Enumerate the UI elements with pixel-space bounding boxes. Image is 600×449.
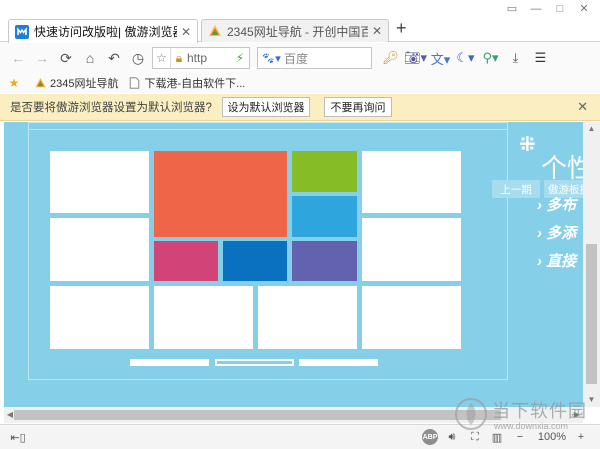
tab-strip: 快速访问改版啦| 傲游浏览器... ✕ 2345网址导航 - 开创中国百年...… bbox=[0, 0, 600, 43]
url-text[interactable]: http bbox=[187, 51, 231, 65]
speed-mode-icon[interactable]: ⚡︎ bbox=[231, 51, 249, 65]
sparkle-icon: ⁜ bbox=[519, 134, 536, 156]
speed-dial-tile[interactable] bbox=[292, 151, 357, 192]
promo-line-text: 直接 bbox=[546, 253, 577, 270]
page-indicator-active[interactable] bbox=[215, 359, 294, 366]
bookmark-star-icon[interactable]: ☆ bbox=[153, 48, 171, 68]
key-icon[interactable]: 🔑︎ bbox=[378, 46, 403, 70]
speed-dial-tile-featured[interactable] bbox=[154, 151, 287, 237]
undo-close-icon[interactable]: ↶ bbox=[102, 46, 126, 70]
bookmark-label: 2345网址导航 bbox=[50, 78, 119, 90]
speed-dial-tile[interactable] bbox=[50, 286, 149, 349]
refresh-icon[interactable]: ⟳ bbox=[54, 46, 78, 70]
resource-sniffer-icon[interactable]: ⚲▾ bbox=[478, 46, 503, 70]
toolbar-tools: 🔑︎ 📷︎▾ 文▾ ☾▾ ⚲▾ ⤓ ☰ bbox=[378, 46, 553, 70]
promo-panel: ⁜ 个性 上一期 傲游板报 › 多布 › 多添 › 直接 bbox=[492, 122, 583, 407]
watermark-url: www.downxia.com bbox=[494, 421, 569, 431]
new-tab-button[interactable]: + bbox=[396, 18, 407, 39]
favorites-star-icon[interactable]: ★ bbox=[4, 76, 24, 90]
page-content: ⁜ 个性 上一期 傲游板报 › 多布 › 多添 › 直接 bbox=[4, 122, 583, 407]
lock-icon: 🔒︎ bbox=[175, 50, 183, 65]
2345-icon bbox=[35, 77, 46, 88]
night-mode-icon[interactable]: ☾▾ bbox=[453, 46, 478, 70]
close-tab-icon[interactable]: ✕ bbox=[372, 24, 382, 38]
bookmark-label: 下载港-自由软件下... bbox=[144, 78, 246, 90]
promo-line: › 多布 bbox=[537, 197, 577, 214]
speed-dial-tile[interactable] bbox=[362, 151, 461, 213]
page-indicator[interactable] bbox=[130, 359, 209, 366]
forward-icon[interactable]: → bbox=[30, 46, 54, 70]
navigation-bar: ← → ⟳ ⌂ ↶ ◷ ☆ 🔒︎ http ⚡︎ 🐾︎▾ 百度 🔑︎ 📷︎▾ 文… bbox=[0, 43, 600, 73]
horizontal-scroll-thumb[interactable] bbox=[14, 410, 501, 420]
tab-label: 快速访问改版啦| 傲游浏览器... bbox=[34, 25, 177, 39]
set-default-button[interactable]: 设为默认浏览器 bbox=[222, 97, 310, 117]
tab-label: 2345网址导航 - 开创中国百年... bbox=[227, 24, 368, 39]
back-icon[interactable]: ← bbox=[6, 46, 30, 70]
camera-icon[interactable]: 📷︎▾ bbox=[403, 46, 428, 70]
speed-dial-tile[interactable] bbox=[50, 218, 149, 281]
close-notification-icon[interactable]: ✕ bbox=[577, 99, 588, 115]
window-controls: ▭ — □ ✕ bbox=[500, 0, 596, 18]
speed-dial-tile[interactable] bbox=[50, 151, 149, 213]
search-box[interactable]: 🐾︎▾ 百度 bbox=[257, 47, 372, 69]
notification-text: 是否要将傲游浏览器设置为默认浏览器? bbox=[10, 102, 212, 114]
sidebar-toggle-icon[interactable]: ⇤▯ bbox=[10, 429, 26, 445]
speed-dial-tile[interactable] bbox=[154, 286, 253, 349]
speed-dial-tile[interactable] bbox=[258, 286, 357, 349]
scroll-up-icon[interactable]: ▲ bbox=[583, 122, 600, 136]
speed-dial-tile[interactable] bbox=[292, 196, 357, 237]
bookmark-item-2345[interactable]: 2345网址导航 bbox=[34, 75, 118, 91]
speed-dial-tile[interactable] bbox=[362, 218, 461, 281]
default-browser-notification: 是否要将傲游浏览器设置为默认浏览器? 设为默认浏览器 不要再询问 ✕ bbox=[0, 94, 600, 121]
address-bar[interactable]: ☆ 🔒︎ http ⚡︎ bbox=[152, 47, 250, 69]
speed-dial-tile[interactable] bbox=[223, 241, 287, 281]
adblock-icon[interactable]: ABP bbox=[422, 429, 438, 445]
vertical-scroll-thumb[interactable] bbox=[586, 244, 597, 384]
frame-header bbox=[29, 123, 507, 130]
bookmarks-bar: ★ 2345网址导航 下载港-自由软件下... bbox=[0, 73, 600, 93]
baidu-paw-icon[interactable]: 🐾︎▾ bbox=[258, 52, 284, 65]
speed-dial-tile[interactable] bbox=[362, 286, 461, 349]
bookmark-item-downxia[interactable]: 下载港-自由软件下... bbox=[128, 75, 245, 91]
minimize-icon[interactable]: — bbox=[524, 0, 548, 18]
promo-line: › 直接 bbox=[537, 253, 577, 270]
promo-line: › 多添 bbox=[537, 225, 577, 242]
2345-icon bbox=[209, 25, 221, 36]
history-icon[interactable]: ◷ bbox=[126, 46, 150, 70]
close-tab-icon[interactable]: ✕ bbox=[181, 25, 191, 39]
download-icon[interactable]: ⤓ bbox=[503, 46, 528, 70]
maxthon-icon bbox=[15, 24, 29, 39]
vertical-scrollbar[interactable]: ▲ ▼ bbox=[583, 122, 600, 407]
watermark: 当下软件园 www.downxia.com bbox=[452, 395, 592, 435]
tab-maxthon[interactable]: 快速访问改版啦| 傲游浏览器... ✕ bbox=[8, 19, 198, 43]
search-input[interactable]: 百度 bbox=[284, 50, 308, 67]
tab-2345[interactable]: 2345网址导航 - 开创中国百年... ✕ bbox=[201, 19, 389, 42]
watermark-text: 当下软件园 bbox=[492, 401, 587, 421]
speed-dial-tile[interactable] bbox=[292, 241, 357, 281]
watermark-logo-icon bbox=[455, 398, 487, 430]
home-icon[interactable]: ⌂ bbox=[78, 46, 102, 70]
maximize-icon[interactable]: □ bbox=[548, 0, 572, 18]
page-icon bbox=[130, 77, 140, 89]
prev-issue-button[interactable]: 上一期 bbox=[492, 180, 540, 198]
promo-line-text: 多添 bbox=[546, 225, 577, 242]
menu-icon[interactable]: ☰ bbox=[528, 46, 553, 70]
translate-icon[interactable]: 文▾ bbox=[428, 46, 453, 70]
speed-dial-tile[interactable] bbox=[154, 241, 218, 281]
close-window-icon[interactable]: ✕ bbox=[572, 0, 596, 18]
promo-line-text: 多布 bbox=[546, 197, 577, 214]
window-menu-icon[interactable]: ▭ bbox=[500, 0, 524, 18]
page-indicator[interactable] bbox=[299, 359, 378, 366]
never-ask-button[interactable]: 不要再询问 bbox=[324, 97, 392, 117]
